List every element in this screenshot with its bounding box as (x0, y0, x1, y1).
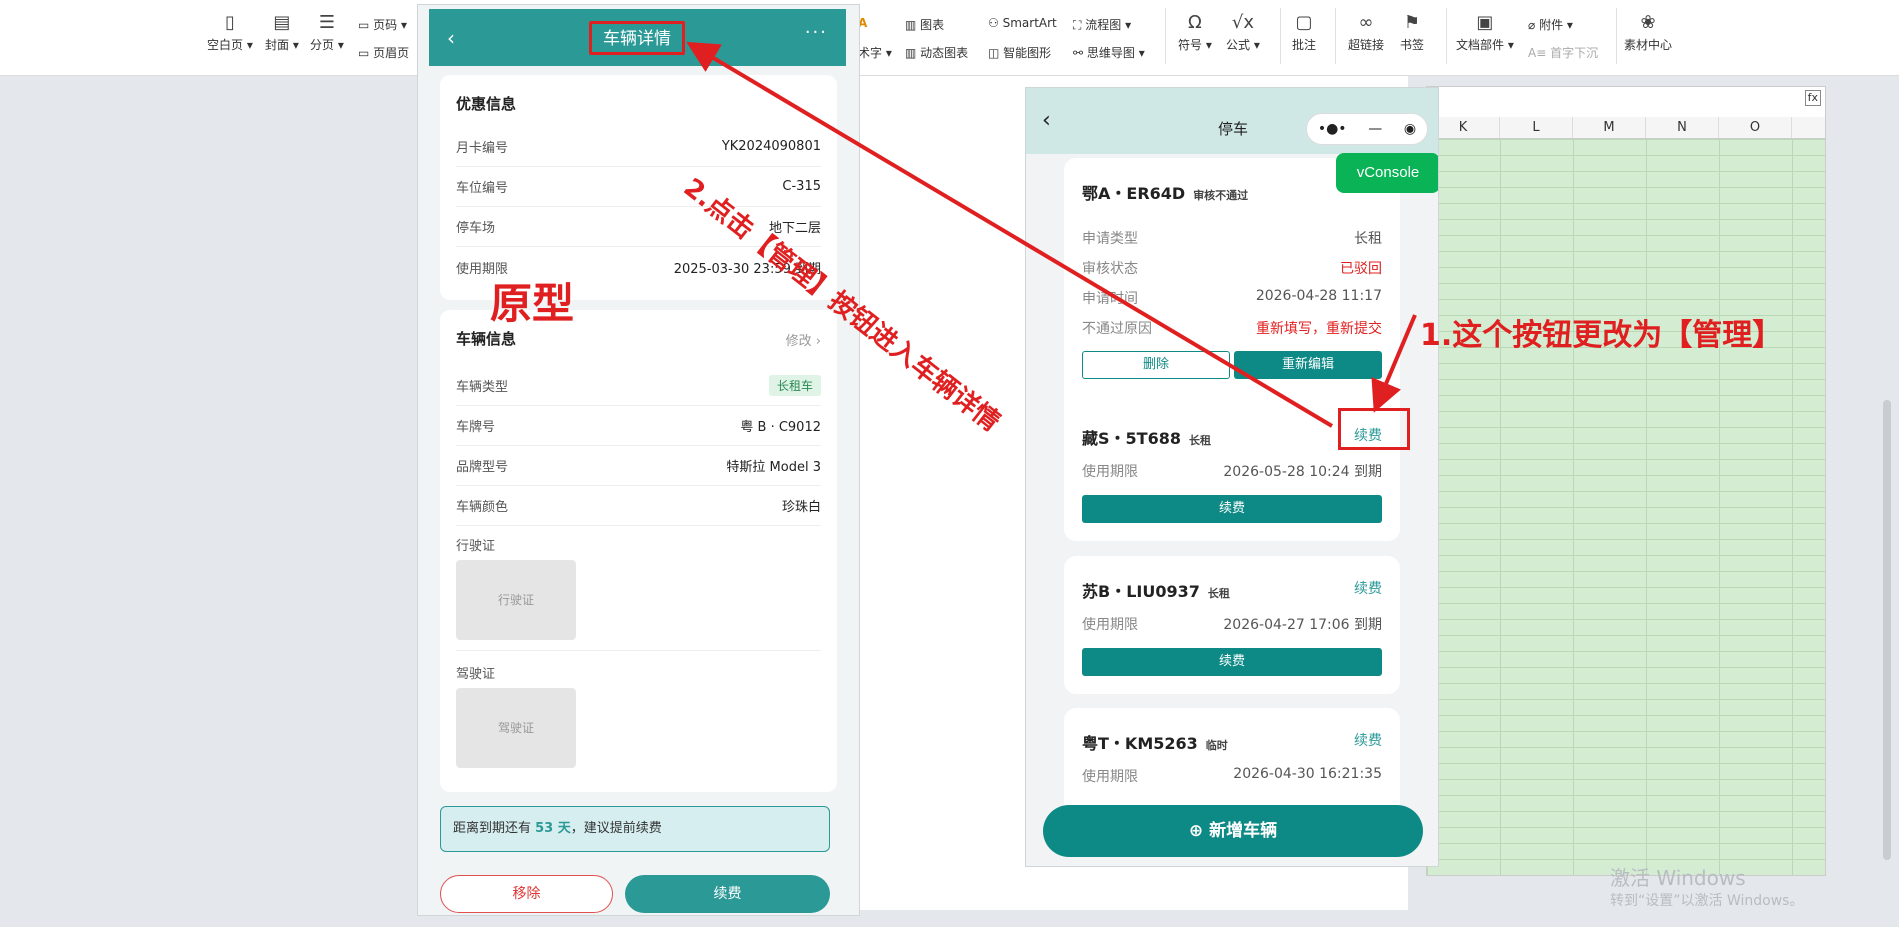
arrow-to-button (1371, 314, 1417, 413)
annotation-arrows (686, 41, 1417, 428)
arrow-to-title (686, 41, 1334, 428)
